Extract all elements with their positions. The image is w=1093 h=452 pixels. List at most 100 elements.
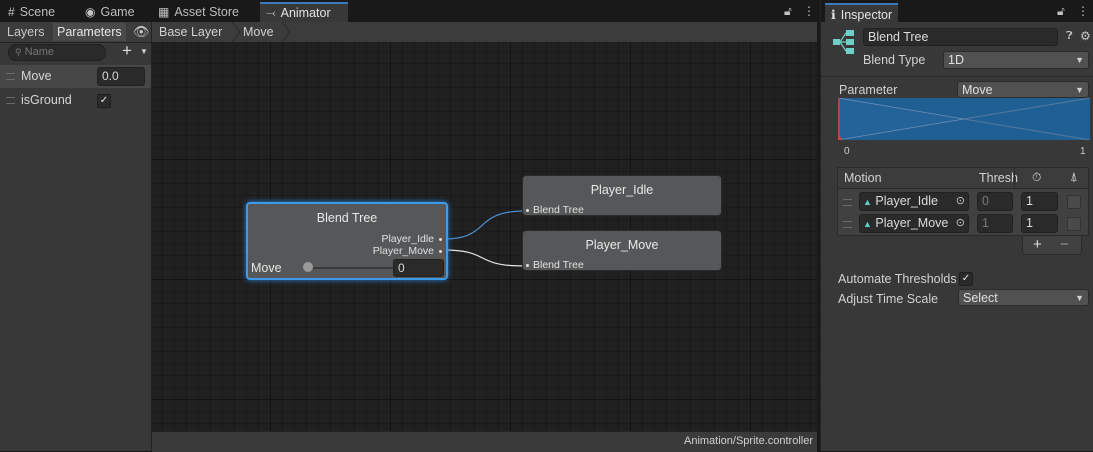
tab-scene[interactable]: # Scene <box>2 2 61 22</box>
blend-tree-icon <box>833 30 854 54</box>
search-icon: ⚲ <box>15 47 22 57</box>
motion-row[interactable]: ▲ Player_Idle ⊙ 0 1 <box>838 190 1088 212</box>
motion-field-player-idle[interactable]: ▲ Player_Idle ⊙ <box>859 192 969 211</box>
gamepad-icon: ◉ <box>85 5 96 19</box>
search-placeholder: Name <box>24 46 54 58</box>
drag-handle-icon[interactable] <box>6 97 15 104</box>
adjust-time-scale-label: Adjust Time Scale <box>838 292 939 306</box>
lock-icon[interactable]: 🔓︎ <box>784 4 792 19</box>
blend-tree-title: Blend Tree <box>316 211 378 225</box>
lock-icon[interactable]: 🔓︎ <box>1057 4 1065 19</box>
output-label-move: Player_Move <box>372 245 434 257</box>
status-bar: Animation/Sprite.controller <box>152 431 817 452</box>
inspector-tab-bar: ℹ Inspector 🔓︎ ⋮ <box>821 0 1093 25</box>
param-row-move[interactable]: Move 0.0 <box>0 65 151 88</box>
blend-weight-graph[interactable] <box>838 98 1090 140</box>
breadcrumb: Base Layer Move <box>152 22 817 43</box>
blend-value-field[interactable]: 0 <box>393 259 444 277</box>
animator-icon: ⤙ <box>266 6 276 20</box>
blend-type-label: Blend Type <box>863 53 926 67</box>
range-max-label: 1 <box>1080 146 1086 157</box>
motion-node-player-move[interactable]: Player_Move Blend Tree <box>522 230 722 271</box>
divider <box>821 76 1093 77</box>
search-input[interactable]: ⚲ Name <box>8 44 106 61</box>
tab-bar: # Scene ◉ Game ▦ Asset Store ⤙ Animator 🔓︎ ⋮ <box>0 0 817 22</box>
drag-handle-icon[interactable] <box>6 73 15 80</box>
blend-type-dropdown[interactable]: 1D ▼ <box>943 51 1089 69</box>
blend-tree-name-field[interactable]: Blend Tree <box>863 28 1058 46</box>
input-port[interactable] <box>526 264 529 267</box>
tab-animator[interactable]: ⤙ Animator <box>260 2 348 22</box>
more-icon[interactable]: ⋮ <box>803 4 815 18</box>
parameters-panel: Layers Parameters 👁︎ ⚲ Name + ▼ Move 0.0… <box>0 22 152 451</box>
mirror-checkbox[interactable] <box>1067 195 1081 209</box>
tab-layers[interactable]: Layers <box>3 23 49 41</box>
speed-field[interactable]: 1 <box>1021 214 1058 233</box>
input-port[interactable] <box>526 209 529 212</box>
tab-parameters[interactable]: Parameters <box>53 23 126 41</box>
param-row-isground[interactable]: isGround ✓ <box>0 89 151 112</box>
chevron-down-icon: ▼ <box>1075 55 1084 65</box>
threshold-field[interactable]: 0 <box>977 192 1013 211</box>
chevron-down-icon: ▼ <box>1075 293 1084 303</box>
remove-motion-button[interactable]: − <box>1060 236 1069 253</box>
chevron-down-icon[interactable]: ▼ <box>140 47 148 56</box>
adjust-time-scale-dropdown[interactable]: Select ▼ <box>958 289 1089 306</box>
motion-row[interactable]: ▲ Player_Move ⊙ 1 1 <box>838 212 1088 234</box>
blend-slider-track[interactable] <box>307 267 393 269</box>
speed-field[interactable]: 1 <box>1021 192 1058 211</box>
isground-checkbox[interactable]: ✓ <box>97 94 111 108</box>
header-divider <box>1014 168 1015 188</box>
breadcrumb-base-layer[interactable]: Base Layer <box>159 25 222 39</box>
motion-list: Motion Thresh ⏱ ⍋ ▲ Player_Idle ⊙ 0 1 ▲ … <box>837 167 1089 236</box>
output-label-idle: Player_Idle <box>381 233 434 245</box>
output-port-idle[interactable] <box>439 238 442 241</box>
tab-asset-store[interactable]: ▦ Asset Store <box>152 2 245 22</box>
drag-handle-icon[interactable] <box>843 199 852 206</box>
parameter-dropdown[interactable]: Move ▼ <box>957 81 1089 98</box>
output-port-move[interactable] <box>439 250 442 253</box>
input-label: Blend Tree <box>533 259 584 271</box>
header-threshold: Thresh <box>979 171 1018 185</box>
grid-icon: # <box>8 5 15 19</box>
tab-game[interactable]: ◉ Game <box>79 2 141 22</box>
header-motion: Motion <box>844 171 882 185</box>
add-motion-button[interactable]: + <box>1033 236 1042 253</box>
breadcrumb-move[interactable]: Move <box>243 25 274 39</box>
mirror-icon: ⍋ <box>1070 169 1078 184</box>
tab-inspector[interactable]: ℹ Inspector <box>825 3 899 25</box>
controller-path: Animation/Sprite.controller <box>683 435 813 447</box>
animation-clip-icon: ▲ <box>863 219 872 229</box>
automate-thresholds-label: Automate Thresholds <box>838 272 957 286</box>
params-subtabs: Layers Parameters 👁︎ <box>0 22 151 43</box>
more-icon[interactable]: ⋮ <box>1077 4 1089 18</box>
chevron-down-icon: ▼ <box>1075 85 1084 95</box>
threshold-field[interactable]: 1 <box>977 214 1013 233</box>
range-min-label: 0 <box>844 146 850 157</box>
motion-list-header: Motion Thresh ⏱ ⍋ <box>838 168 1088 189</box>
mirror-checkbox[interactable] <box>1067 217 1081 231</box>
object-picker-icon[interactable]: ⊙ <box>956 193 965 210</box>
motion-node-title: Player_Move <box>585 238 659 252</box>
eye-icon[interactable]: 👁︎ <box>133 24 150 40</box>
input-label: Blend Tree <box>533 204 584 216</box>
animation-clip-icon: ▲ <box>863 197 872 207</box>
blend-tree-node[interactable]: Blend Tree Player_Idle Player_Move Move … <box>246 202 448 280</box>
blend-slider-thumb[interactable] <box>303 262 313 272</box>
move-value-field[interactable]: 0.0 <box>97 67 145 86</box>
store-icon: ▦ <box>158 5 170 19</box>
list-add-remove: + − <box>1022 236 1082 255</box>
info-icon: ℹ <box>831 8 836 22</box>
automate-thresholds-checkbox[interactable]: ✓ <box>959 272 973 286</box>
object-picker-icon[interactable]: ⊙ <box>956 215 965 232</box>
settings-icon[interactable]: ⚙ <box>1080 29 1091 43</box>
add-parameter-button[interactable]: + <box>122 41 132 61</box>
parameter-label: Parameter <box>839 83 898 97</box>
motion-node-title: Player_Idle <box>590 183 654 197</box>
motion-field-player-move[interactable]: ▲ Player_Move ⊙ <box>859 214 969 233</box>
drag-handle-icon[interactable] <box>843 221 852 228</box>
motion-node-player-idle[interactable]: Player_Idle Blend Tree <box>522 175 722 216</box>
help-icon[interactable]: ❓︎ <box>1066 30 1073 43</box>
clock-icon: ⏱ <box>1032 170 1042 184</box>
blend-param-label: Move <box>251 261 282 275</box>
